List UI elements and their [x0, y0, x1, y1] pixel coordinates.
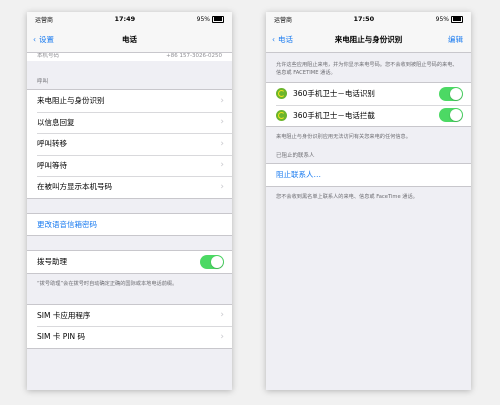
carrier-label: 运营商 — [274, 16, 293, 24]
change-voicemail-password-link[interactable]: 更改语音信箱密码 — [27, 214, 232, 236]
section-label-blocked: 已阻止的联系人 — [276, 153, 315, 159]
row-dial-assist: 拨号助理 — [27, 251, 232, 273]
blocked-group: 阻止联系人… — [266, 163, 471, 187]
sim-group: SIM 卡应用程序 › SIM 卡 PIN 码 › — [27, 303, 232, 349]
battery-percent: 95% — [196, 15, 210, 23]
dial-assist-toggle[interactable] — [200, 254, 224, 269]
row-sim-pin[interactable]: SIM 卡 PIN 码 › — [27, 326, 232, 348]
row-label: 来电阻止与身份识别 — [37, 96, 105, 106]
my-number-value: +86 157-3026-0250 — [166, 53, 222, 59]
security-app-icon — [276, 88, 287, 100]
chevron-right-icon: › — [220, 160, 224, 171]
page-title: 电话 — [122, 34, 137, 44]
dial-assist-note: “拨号助理”会在拨号时自动确定正确的国际或本地电话前缀。 — [37, 280, 178, 287]
chevron-left-icon: ‹ — [272, 34, 275, 44]
dial-assist-group: 拨号助理 — [27, 250, 232, 274]
calls-group: 来电阻止与身份识别 › 以信息回复 › 呼叫转移 › 呼叫等待 › 在被叫方显示本机号码… — [27, 89, 232, 199]
battery-percent: 95% — [435, 15, 449, 23]
carrier-label: 运营商 — [35, 16, 54, 24]
row-label: 360手机卫士－电话拦截 — [293, 110, 375, 120]
edit-button[interactable]: 编辑 — [448, 34, 463, 45]
status-time: 17:50 — [353, 15, 375, 23]
row-label: SIM 卡应用程序 — [37, 310, 91, 320]
link-label: 阻止联系人… — [276, 170, 321, 180]
section-label-calls: 呼叫 — [37, 79, 49, 85]
chevron-left-icon: ‹ — [33, 34, 36, 44]
row-label: 360手机卫士－电话识别 — [293, 89, 375, 99]
call-block-toggle[interactable] — [439, 108, 463, 123]
row-call-blocking[interactable]: 来电阻止与身份识别 › — [27, 90, 232, 112]
back-button[interactable]: ‹ 电话 — [266, 34, 293, 45]
my-number-row[interactable]: 本机号码 +86 157-3026-0250 — [27, 53, 232, 61]
chevron-right-icon: › — [220, 331, 224, 342]
my-number-label: 本机号码 — [37, 53, 60, 59]
back-label: 设置 — [39, 34, 54, 44]
status-bar: 运营商 17:50 95% — [266, 12, 471, 26]
row-label: 以信息回复 — [37, 117, 75, 127]
navigation-bar: ‹ 设置 电话 — [27, 26, 232, 53]
page-title: 来电阻止与身份识别 — [334, 34, 403, 44]
battery-icon — [451, 15, 463, 23]
back-button[interactable]: ‹ 设置 — [27, 34, 54, 45]
link-label: 更改语音信箱密码 — [37, 219, 97, 229]
status-time: 17:49 — [114, 15, 136, 23]
row-reply-with-message[interactable]: 以信息回复 › — [27, 111, 232, 134]
row-call-forwarding[interactable]: 呼叫转移 › — [27, 133, 232, 155]
phone-settings-screen: 运营商 17:49 95% ‹ 设置 电话 本机号码 +86 157-3026-… — [27, 12, 232, 390]
block-note: 您不会收到黑名单上联系人的来电、信息或 FaceTime 通话。 — [276, 193, 418, 200]
row-label: 在被叫方显示本机号码 — [37, 182, 112, 192]
row-label: 拨号助理 — [37, 257, 67, 267]
chevron-right-icon: › — [220, 117, 224, 128]
back-label: 电话 — [278, 34, 293, 44]
voicemail-group: 更改语音信箱密码 — [27, 212, 232, 236]
row-label: SIM 卡 PIN 码 — [37, 332, 85, 342]
caller-id-toggle[interactable] — [439, 86, 463, 101]
block-contact-link[interactable]: 阻止联系人… — [266, 164, 471, 186]
row-call-waiting[interactable]: 呼叫等待 › — [27, 154, 232, 177]
phone-call-blocking-screen: 运营商 17:50 95% ‹ 电话 来电阻止与身份识别 编辑 允许这些应用阻止… — [266, 12, 471, 390]
navigation-bar: ‹ 电话 来电阻止与身份识别 编辑 — [266, 26, 471, 53]
row-label: 呼叫等待 — [37, 160, 67, 170]
row-app-caller-id: 360手机卫士－电话识别 — [266, 83, 471, 105]
security-app-icon — [276, 109, 287, 121]
apps-group: 360手机卫士－电话识别 360手机卫士－电话拦截 — [266, 82, 471, 127]
row-sim-applications[interactable]: SIM 卡应用程序 › — [27, 305, 232, 327]
intro-note: 允许这些应用阻止来电，并为你显示来电号码。您不会收到被阻止号码的来电、信息或 F… — [276, 62, 458, 76]
chevron-right-icon: › — [220, 95, 224, 106]
chevron-right-icon: › — [220, 310, 224, 321]
row-show-my-caller-id[interactable]: 在被叫方显示本机号码 › — [27, 176, 232, 198]
battery-icon — [212, 15, 224, 23]
battery-indicator: 95% — [196, 15, 224, 23]
apps-note: 来电阻止与身份识别应用无法访问有关您来电的任何信息。 — [276, 134, 411, 140]
status-bar: 运营商 17:49 95% — [27, 12, 232, 26]
row-label: 呼叫转移 — [37, 139, 67, 149]
battery-indicator: 95% — [435, 15, 463, 23]
chevron-right-icon: › — [220, 181, 224, 192]
chevron-right-icon: › — [220, 138, 224, 149]
row-app-call-block: 360手机卫士－电话拦截 — [266, 104, 471, 127]
